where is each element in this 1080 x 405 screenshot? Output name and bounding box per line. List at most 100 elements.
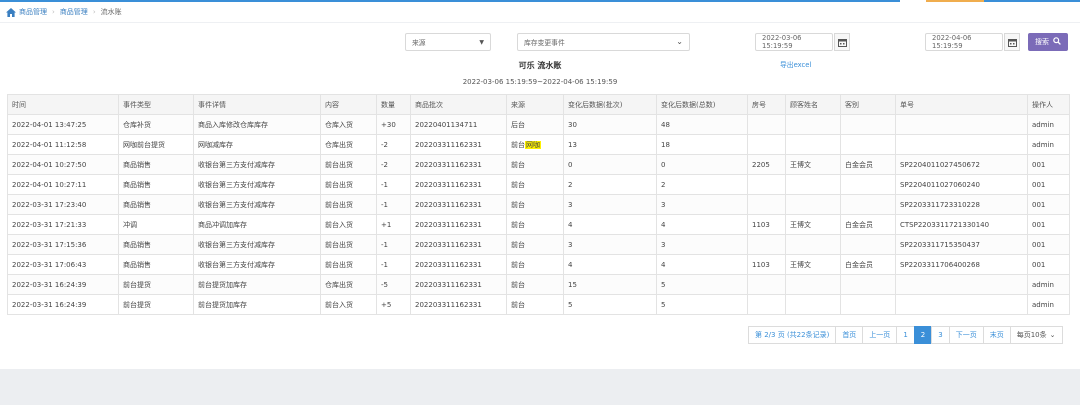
per-page-select[interactable]: 每页10条 ⌄ — [1009, 326, 1063, 344]
pagination: 第 2/3 页 (共22条记录) 首页 上一页 1 2 3 下一页 末页 每页1… — [748, 326, 1063, 344]
home-icon[interactable] — [6, 7, 16, 17]
table-cell: 前台提货加库存 — [193, 274, 321, 295]
table-cell: 5 — [563, 294, 657, 315]
table-header-row: 时间 事件类型 事件详情 内容 数量 商品批次 来源 变化后数据(批次) 变化后数据(总数) 房号… — [7, 94, 1070, 115]
table-cell: 202203311162331 — [410, 234, 507, 255]
end-date-input[interactable]: 2022-04-06 15:19:59 — [925, 33, 1003, 51]
table-cell: 3 — [563, 194, 657, 215]
table-cell — [785, 234, 841, 255]
table-cell: -5 — [376, 274, 411, 295]
table-cell — [840, 194, 896, 215]
table-cell: 收银台第三方支付减库存 — [193, 174, 321, 195]
table-cell: 王博文 — [785, 254, 841, 275]
table-cell — [785, 114, 841, 135]
table-cell: 2022-04-01 13:47:25 — [7, 114, 119, 135]
column-header: 单号 — [895, 94, 1028, 115]
table-cell: -2 — [376, 154, 411, 175]
table-cell: 收银台第三方支付减库存 — [193, 234, 321, 255]
accent-segment — [984, 0, 1080, 2]
table-cell — [895, 114, 1028, 135]
first-page-button[interactable]: 首页 — [835, 326, 864, 344]
table-cell — [895, 134, 1028, 155]
next-page-button[interactable]: 下一页 — [948, 326, 984, 344]
pagination-info: 第 2/3 页 (共22条记录) — [748, 326, 837, 344]
event-select-label: 库存变更事件 — [524, 39, 565, 47]
prev-page-button[interactable]: 上一页 — [862, 326, 898, 344]
table-cell: SP2203311715350437 — [895, 234, 1028, 255]
column-header: 数量 — [376, 94, 411, 115]
table-cell — [747, 294, 786, 315]
column-header: 顾客姓名 — [785, 94, 841, 115]
table-cell: 前台出货 — [320, 174, 377, 195]
table-cell — [895, 294, 1028, 315]
search-button[interactable]: 搜索 — [1028, 33, 1068, 51]
breadcrumb-link[interactable]: 商品管理 — [19, 7, 47, 17]
per-page-label: 每页10条 — [1016, 331, 1047, 339]
source-select[interactable]: 来源 ▼ — [405, 33, 491, 51]
page-button[interactable]: 3 — [931, 326, 950, 344]
table-cell: admin — [1027, 274, 1070, 295]
table-cell: 商品销售 — [118, 174, 194, 195]
table-row: 2022-04-01 10:27:11 商品销售 收银台第三方支付减库存 前台出货 -1… — [7, 174, 1070, 195]
table-cell — [840, 294, 896, 315]
breadcrumb-separator: › — [92, 8, 96, 16]
column-header: 事件详情 — [193, 94, 321, 115]
table-cell: SP2203311706400268 — [895, 254, 1028, 275]
chevron-down-icon: ⌄ — [676, 37, 683, 46]
table-cell: 前台 — [506, 234, 564, 255]
table-cell: admin — [1027, 114, 1070, 135]
table-cell: 2022-03-31 16:24:39 — [7, 274, 119, 295]
calendar-icon[interactable] — [834, 33, 850, 51]
table-cell: 202203311162331 — [410, 154, 507, 175]
table-cell: 2022-03-31 17:06:43 — [7, 254, 119, 275]
page-footer — [0, 369, 1080, 405]
table-cell: 前台提货加库存 — [193, 294, 321, 315]
table-cell: 王博文 — [785, 154, 841, 175]
table-cell: +5 — [376, 294, 411, 315]
page-button-active[interactable]: 2 — [913, 326, 933, 344]
table-cell: admin — [1027, 134, 1070, 155]
table-cell: 白金会员 — [840, 254, 896, 275]
table-cell: 冲调 — [118, 214, 194, 235]
start-date-input[interactable]: 2022-03-06 15:19:59 — [755, 33, 833, 51]
table-cell: 2022-04-01 11:12:58 — [7, 134, 119, 155]
table-cell: 15 — [563, 274, 657, 295]
export-excel-link[interactable]: 导出excel — [780, 59, 811, 69]
table-cell: 商品销售 — [118, 154, 194, 175]
search-icon — [1053, 37, 1061, 47]
table-cell: 001 — [1027, 254, 1070, 275]
table-cell: 前台 — [506, 154, 564, 175]
calendar-icon[interactable] — [1004, 33, 1020, 51]
table-row: 2022-04-01 10:27:50 商品销售 收银台第三方支付减库存 前台出货 -2… — [7, 154, 1070, 175]
column-header: 客别 — [840, 94, 896, 115]
table-cell: -1 — [376, 254, 411, 275]
last-page-button[interactable]: 末页 — [982, 326, 1011, 344]
table-cell: 前台出货 — [320, 154, 377, 175]
table-cell: 5 — [656, 274, 748, 295]
event-select[interactable]: 库存变更事件 ⌄ — [517, 33, 690, 51]
breadcrumb-link[interactable]: 商品管理 — [60, 7, 88, 17]
table-cell: 5 — [656, 294, 748, 315]
table-cell: 2022-03-31 17:23:40 — [7, 194, 119, 215]
table-cell: 仓库入货 — [320, 114, 377, 135]
table-cell — [785, 294, 841, 315]
column-header: 事件类型 — [118, 94, 194, 115]
table-cell: 001 — [1027, 194, 1070, 215]
table-cell: 1103 — [747, 214, 786, 235]
page-button[interactable]: 1 — [896, 326, 915, 344]
table-cell: 202203311162331 — [410, 194, 507, 215]
table-cell: 网咖减库存 — [193, 134, 321, 155]
table-cell: 202203311162331 — [410, 274, 507, 295]
table-cell — [840, 274, 896, 295]
table-cell: 4 — [656, 254, 748, 275]
column-header: 房号 — [747, 94, 786, 115]
start-date-value: 2022-03-06 15:19:59 — [762, 34, 802, 50]
table-cell: 前台提货 — [118, 294, 194, 315]
table-row: 2022-03-31 16:24:39 前台提货 前台提货加库存 前台入货 +5 2022… — [7, 294, 1070, 315]
table-cell: 仓库补货 — [118, 114, 194, 135]
table-body: 2022-04-01 13:47:25 仓库补货 商品入库修改仓库库存 仓库入货 +30… — [7, 114, 1070, 315]
search-button-label: 搜索 — [1035, 38, 1049, 46]
table-cell: -1 — [376, 174, 411, 195]
table-row: 2022-03-31 17:21:33 冲调 商品冲调加库存 前台入货 +1 202203… — [7, 214, 1070, 235]
table-cell: 商品销售 — [118, 254, 194, 275]
